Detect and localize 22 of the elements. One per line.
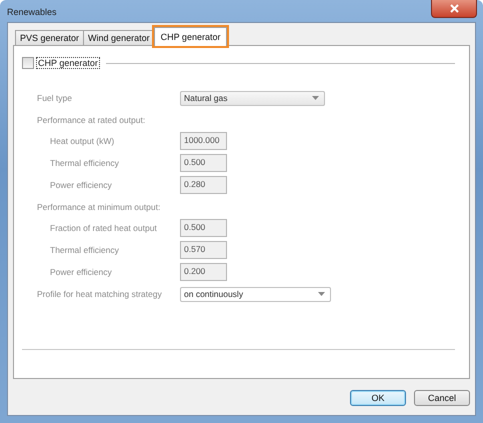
field-label: Thermal efficiency	[49, 158, 120, 168]
dialog-button[interactable]: OK	[350, 390, 406, 406]
field-label: Power efficiency	[49, 180, 113, 190]
tab[interactable]: CHP generator	[154, 27, 228, 46]
field-label: Fraction of rated heat output	[49, 223, 158, 233]
close-button[interactable]	[431, 0, 477, 18]
field-label: Fuel type	[37, 93, 73, 103]
dialog-button[interactable]: Cancel	[414, 390, 470, 406]
field-label: Heat output (kW)	[49, 136, 116, 146]
checkbox[interactable]	[22, 57, 34, 69]
tab[interactable]: Wind generator	[83, 30, 155, 45]
tab[interactable]: PVS generator	[15, 30, 84, 45]
section-heading: Performance at rated output:	[37, 114, 146, 124]
field-label: Power efficiency	[49, 267, 113, 277]
caret-icon	[312, 96, 319, 100]
section-heading: Performance at minimum output:	[37, 202, 160, 212]
window-title: Renewables	[7, 7, 57, 17]
field-label: Thermal efficiency	[49, 245, 120, 255]
close-icon	[450, 4, 458, 13]
field-label: Profile for heat matching strategy	[37, 289, 163, 299]
caret-icon	[318, 292, 325, 296]
checkbox-label[interactable]: CHP generator	[36, 57, 100, 69]
